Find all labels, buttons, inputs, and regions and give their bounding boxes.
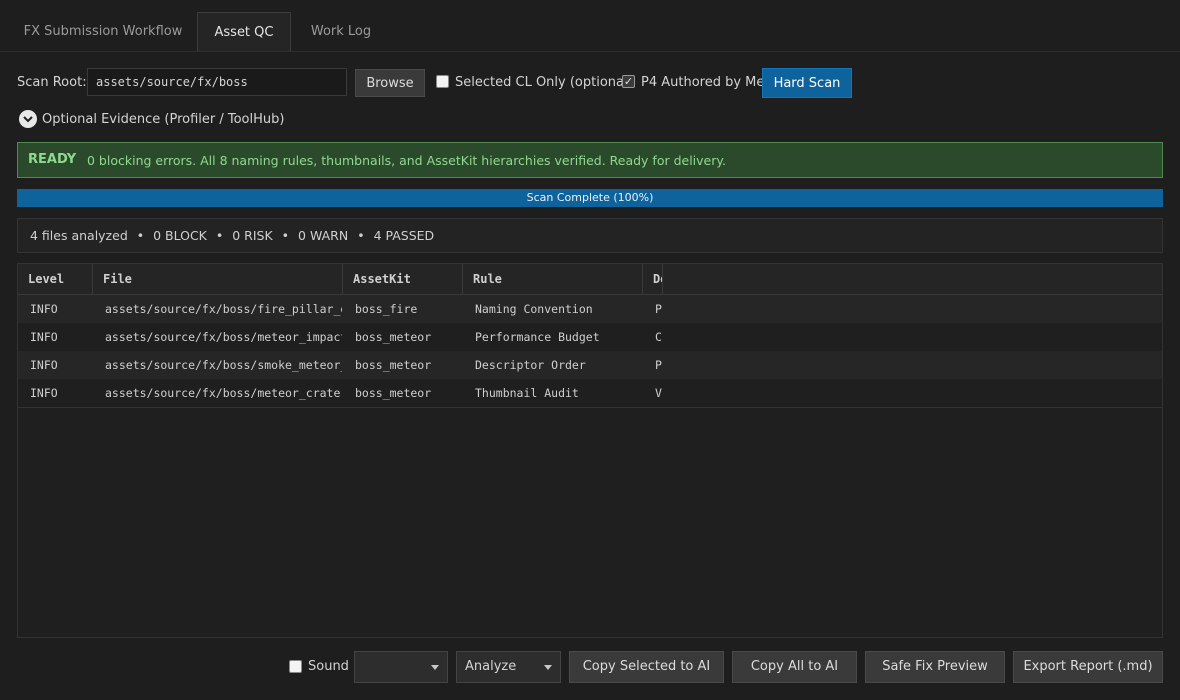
export-report-button[interactable]: Export Report (.md) [1013,651,1163,683]
status-badge: READY [28,152,77,167]
cell-assetkit: boss_meteor [355,330,432,344]
status-banner: READY 0 blocking errors. All 8 naming ru… [17,142,1163,178]
table-row[interactable]: INFO assets/source/fx/boss/meteor_crater… [18,379,1162,408]
summary-separator: • [357,228,365,243]
cell-assetkit: boss_meteor [355,358,432,372]
column-header-file[interactable]: File [93,264,343,295]
browse-button[interactable]: Browse [355,69,425,97]
cell-assetkit: boss_meteor [355,386,432,400]
progress-label: Scan Complete (100%) [526,191,654,204]
cell-detail: V [655,386,662,400]
chevron-down-icon [19,110,37,128]
summary-panel: 4 files analyzed • 0 BLOCK • 0 RISK • 0 … [17,218,1163,253]
cell-file: assets/source/fx/boss/smoke_meteor_plume [105,358,342,372]
cell-level: INFO [30,330,58,344]
column-header-level[interactable]: Level [18,264,93,295]
voice-select[interactable] [354,651,448,683]
summary-separator: • [281,228,290,243]
safe-fix-preview-button[interactable]: Safe Fix Preview [865,651,1005,683]
column-header-rule[interactable]: Rule [463,264,643,295]
summary-separator: • [136,228,145,243]
results-table[interactable]: Level File AssetKit Rule De INFO assets/… [17,263,1163,638]
evidence-label: Optional Evidence (Profiler / ToolHub) [42,112,285,127]
summary-passed: 4 PASSED [373,228,435,243]
evidence-expander[interactable]: Optional Evidence (Profiler / ToolHub) [19,110,319,130]
cell-detail: P [655,302,662,316]
cell-detail: P [655,358,662,372]
selected-cl-label[interactable]: Selected CL Only (optional) [455,74,633,92]
table-row[interactable]: INFO assets/source/fx/boss/smoke_meteor_… [18,351,1162,379]
copy-selected-to-ai-button[interactable]: Copy Selected to AI [569,651,724,683]
cell-level: INFO [30,358,58,372]
column-header-detail[interactable]: De [643,264,663,295]
summary-text: 4 files analyzed • 0 BLOCK • 0 RISK • 0 … [30,228,434,243]
summary-block: 0 BLOCK [153,228,207,243]
cell-level: INFO [30,386,58,400]
summary-risk: 0 RISK [232,228,273,243]
table-header: Level File AssetKit Rule De [18,264,1162,295]
table-row[interactable]: INFO assets/source/fx/boss/meteor_impact… [18,323,1162,351]
column-header-assetkit[interactable]: AssetKit [343,264,463,295]
sound-label[interactable]: Sound [308,659,349,675]
p4-authored-label[interactable]: P4 Authored by Me [641,74,764,92]
scan-progress-bar: Scan Complete (100%) [17,189,1163,207]
cell-level: INFO [30,302,58,316]
cell-rule: Performance Budget [475,330,600,344]
cell-rule: Naming Convention [475,302,593,316]
cell-rule: Descriptor Order [475,358,586,372]
scan-root-input[interactable]: assets/source/fx/boss [87,68,347,96]
summary-separator: • [215,228,224,243]
cell-file: assets/source/fx/boss/fire_pillar_emitte… [105,302,342,316]
summary-warn: 0 WARN [298,228,349,243]
selected-cl-checkbox[interactable] [436,75,449,88]
p4-authored-checkbox[interactable]: ✓ [622,75,635,88]
scan-root-label: Scan Root: [17,75,87,90]
mode-select-value: Analyze [465,659,517,674]
status-message: 0 blocking errors. All 8 naming rules, t… [87,153,726,168]
chevron-down-icon [544,665,552,670]
table-row[interactable]: INFO assets/source/fx/boss/fire_pillar_e… [18,295,1162,323]
tab-work-log[interactable]: Work Log [300,12,382,52]
summary-files: 4 files analyzed [30,228,128,243]
cell-rule: Thumbnail Audit [475,386,579,400]
cell-detail: C [655,330,662,344]
cell-file: assets/source/fx/boss/meteor_crater_deca… [105,386,342,400]
mode-select[interactable]: Analyze [456,651,561,683]
tab-divider [0,51,1180,52]
tab-fx-submission-workflow[interactable]: FX Submission Workflow [18,12,188,52]
copy-all-to-ai-button[interactable]: Copy All to AI [732,651,857,683]
sound-checkbox[interactable] [289,660,302,673]
chevron-down-icon [431,665,439,670]
tab-asset-qc[interactable]: Asset QC [197,12,291,52]
hard-scan-button[interactable]: Hard Scan [762,68,852,98]
cell-file: assets/source/fx/boss/meteor_impact_burs… [105,330,342,344]
cell-assetkit: boss_fire [355,302,418,316]
